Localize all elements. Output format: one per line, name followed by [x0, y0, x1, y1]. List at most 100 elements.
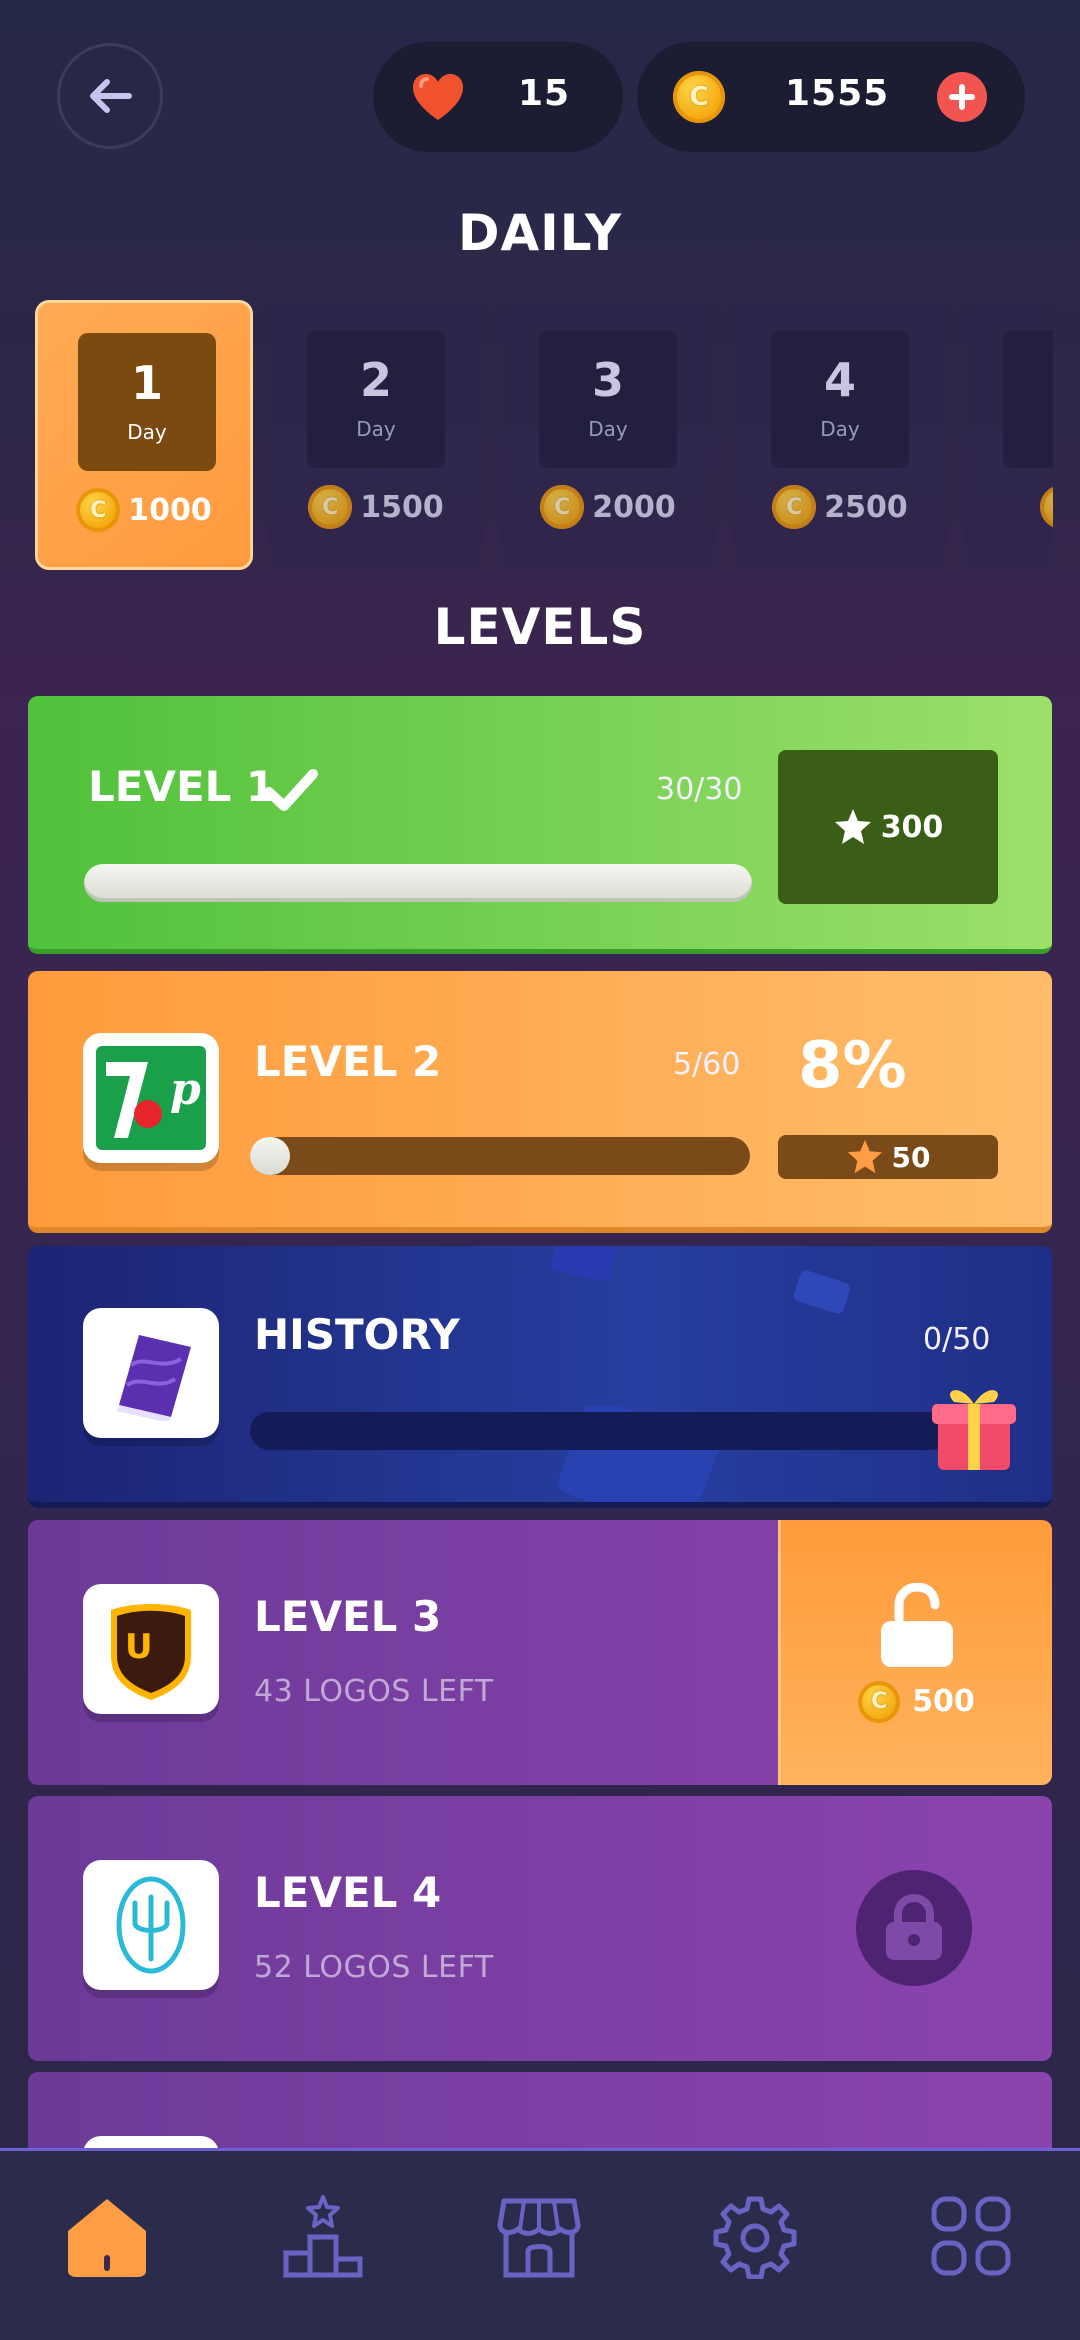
- daily-rewards-row: 1 Day C 1000 2 Day C 1500 3 Day C 2000 4…: [35, 300, 1053, 572]
- coin-icon: C: [1040, 485, 1053, 529]
- day-label: Day: [820, 417, 860, 441]
- day-label: Day: [127, 420, 167, 444]
- day-box: 1 Day: [78, 333, 216, 471]
- book-decoration-icon: [551, 1246, 617, 1281]
- level-progress-text: 30/30: [656, 772, 743, 807]
- coins-value: 1555: [785, 73, 890, 114]
- level-title: LEVEL 2: [254, 1037, 442, 1086]
- svg-text:U: U: [125, 1627, 153, 1667]
- coin-icon: C: [772, 485, 817, 529]
- nav-more-apps[interactable]: [916, 2181, 1026, 2291]
- day-number: 1: [130, 356, 163, 410]
- hearts-value: 15: [518, 73, 571, 114]
- level-card-4[interactable]: LEVEL 4 52 LOGOS LEFT: [28, 1796, 1052, 2061]
- svg-text:p: p: [170, 1064, 201, 1115]
- day-reward: C 2500: [731, 485, 949, 529]
- day-reward-value: 2000: [592, 489, 676, 525]
- add-coins-button[interactable]: [937, 72, 987, 122]
- star-icon: [834, 809, 871, 844]
- stars-value: 300: [880, 809, 944, 845]
- levels-title: LEVELS: [433, 598, 647, 656]
- day-label: Day: [588, 417, 628, 441]
- level-card-1[interactable]: LEVEL 1 30/30 300: [28, 696, 1052, 954]
- daily-title: DAILY: [457, 204, 623, 262]
- level-title: LEVEL 3: [254, 1592, 442, 1641]
- coin-icon: C: [76, 488, 121, 532]
- ups-logo-icon: U: [111, 1604, 191, 1700]
- day-reward-value: 1500: [360, 489, 444, 525]
- level-card-3[interactable]: U LEVEL 3 43 LOGOS LEFT C 500: [28, 1520, 1052, 1785]
- logos-left-text: 52 LOGOS LEFT: [254, 1950, 494, 1985]
- locked-indicator: [856, 1870, 972, 1986]
- checkmark-icon: [264, 769, 318, 811]
- nav-home[interactable]: [52, 2181, 162, 2291]
- day-box: 3 Day: [539, 330, 677, 468]
- day-reward-value: 2500: [824, 489, 908, 525]
- day-card-4[interactable]: 4 Day C 2500: [731, 300, 949, 570]
- book-icon: [117, 1335, 191, 1421]
- unlock-button[interactable]: C 500: [778, 1520, 1052, 1785]
- level-title: HISTORY: [254, 1310, 460, 1359]
- coins-counter[interactable]: C 1555: [637, 42, 1025, 152]
- day-reward: C 1500: [267, 485, 485, 529]
- leaderboard-icon: [283, 2195, 363, 2278]
- day-box: 4 Day: [771, 330, 909, 468]
- level-progress-fill: [250, 1137, 290, 1175]
- day-label: Day: [356, 417, 396, 441]
- level-card-history[interactable]: HISTORY 0/50: [28, 1246, 1052, 1508]
- coin-icon: C: [308, 485, 353, 529]
- book-decoration-icon: [793, 1270, 851, 1314]
- level-logo: [83, 1860, 219, 1990]
- gift-icon: [932, 1390, 1016, 1470]
- level-progress-text: 5/60: [673, 1047, 741, 1082]
- 7up-logo-icon: p: [96, 1046, 206, 1150]
- coin-icon: C: [540, 485, 585, 529]
- unlock-cost-value: 500: [912, 1684, 975, 1719]
- bottom-navigation: [0, 2148, 1080, 2340]
- plus-icon: [949, 84, 975, 110]
- more-apps-icon: [931, 2196, 1011, 2276]
- level-progress-text: 0/50: [923, 1322, 991, 1357]
- logos-left-text: 43 LOGOS LEFT: [254, 1674, 494, 1709]
- day-number: 3: [591, 353, 624, 407]
- nav-settings[interactable]: [700, 2181, 810, 2291]
- coin-icon: C: [858, 1680, 901, 1723]
- day-card-1[interactable]: 1 Day C 1000: [35, 300, 253, 570]
- day-card-3[interactable]: 3 Day C 2000: [499, 300, 717, 570]
- nav-leaderboard[interactable]: [268, 2181, 378, 2291]
- day-card-2[interactable]: 2 Day C 1500: [267, 300, 485, 570]
- unlock-cost: C 500: [858, 1680, 975, 1723]
- day-card-5-partial[interactable]: C: [963, 300, 1053, 570]
- level-title: LEVEL 1: [88, 762, 276, 811]
- level-progress-bar: [250, 1137, 750, 1175]
- day-number: 4: [823, 353, 856, 407]
- hearts-counter[interactable]: 15: [373, 42, 623, 152]
- home-icon: [68, 2199, 146, 2277]
- level-logo: [83, 1308, 219, 1438]
- level-stars-badge: 50: [778, 1135, 998, 1179]
- level-logo: p: [83, 1033, 219, 1163]
- level-card-2[interactable]: p LEVEL 2 5/60 8% 50: [28, 971, 1052, 1233]
- day-number: 2: [359, 353, 392, 407]
- level-progress-bar: [250, 1412, 950, 1450]
- heart-icon: [413, 74, 463, 120]
- star-icon: [847, 1139, 882, 1174]
- trident-logo-icon: [116, 1876, 186, 1974]
- settings-icon: [713, 2196, 797, 2279]
- shop-icon: [497, 2198, 581, 2278]
- day-box: [1003, 330, 1053, 468]
- level-title: LEVEL 4: [254, 1868, 442, 1917]
- stars-value: 50: [891, 1140, 931, 1174]
- nav-shop[interactable]: [484, 2181, 594, 2291]
- unlocked-padlock-icon: [880, 1582, 953, 1667]
- level-stars-badge: 300: [778, 750, 998, 904]
- day-reward: C 1000: [38, 488, 250, 532]
- day-reward: C 2000: [499, 485, 717, 529]
- coin-icon: C: [673, 71, 725, 123]
- back-button[interactable]: [57, 43, 163, 149]
- day-box: 2 Day: [307, 330, 445, 468]
- day-reward-value: 1000: [128, 492, 212, 528]
- day-reward: C: [963, 485, 1053, 529]
- level-percent: 8%: [798, 1029, 907, 1103]
- arrow-left-icon: [90, 79, 132, 113]
